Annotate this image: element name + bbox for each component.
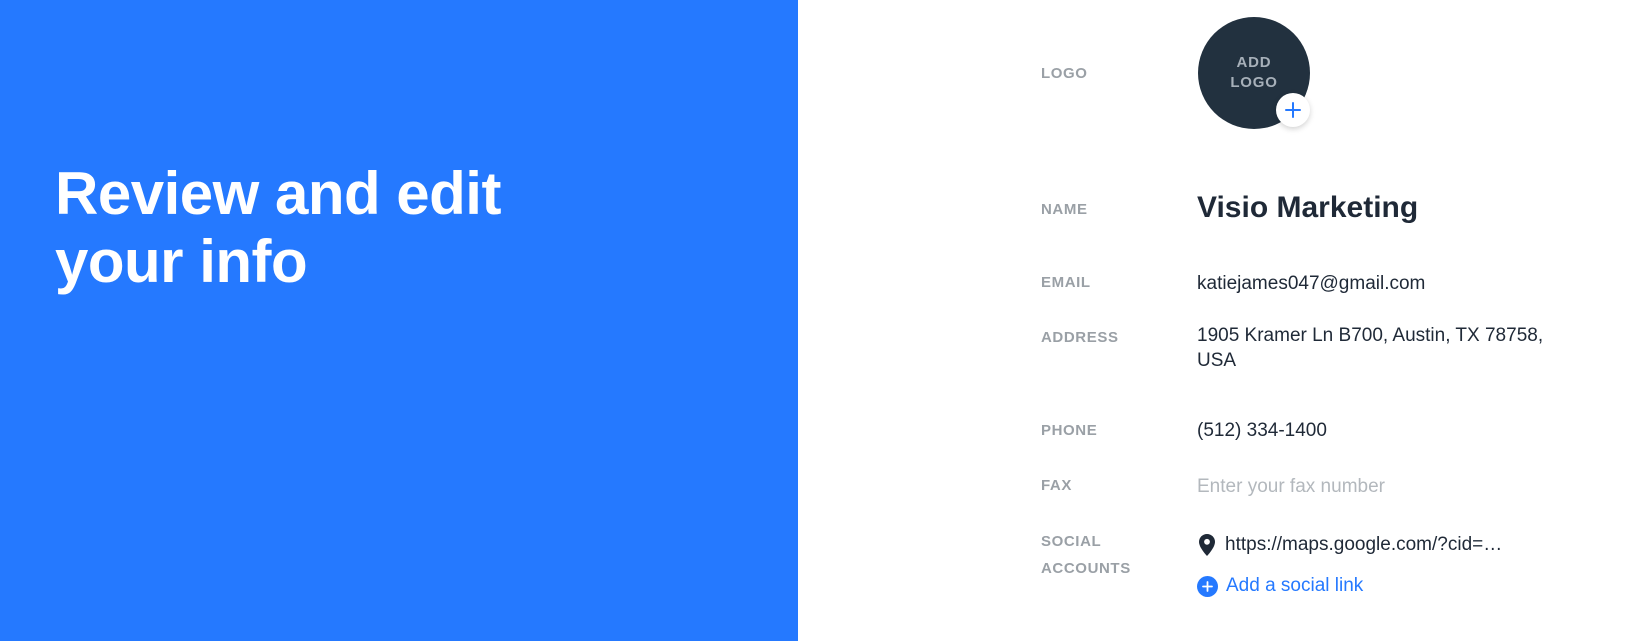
hero-title-line-2: your info bbox=[55, 228, 308, 295]
logo-uploader: ADD LOGO bbox=[1198, 17, 1310, 129]
add-logo-text: ADD LOGO bbox=[1230, 54, 1278, 91]
map-pin-icon bbox=[1197, 533, 1217, 557]
social-link-url: https://maps.google.com/?cid=… bbox=[1225, 534, 1503, 555]
phone-field[interactable]: (512) 334-1400 bbox=[1197, 418, 1327, 443]
add-logo-plus-button[interactable] bbox=[1276, 93, 1310, 127]
email-label: EMAIL bbox=[1041, 274, 1091, 291]
add-social-link-button[interactable]: Add a social link bbox=[1197, 573, 1363, 599]
add-social-link-label: Add a social link bbox=[1226, 575, 1364, 596]
plus-circle-icon bbox=[1197, 575, 1218, 597]
fax-input[interactable] bbox=[1197, 474, 1497, 500]
plus-icon bbox=[1285, 102, 1301, 118]
social-accounts-label: SOCIAL ACCOUNTS bbox=[1041, 528, 1131, 582]
hero-panel: Review and edit your info bbox=[0, 0, 798, 641]
phone-label: PHONE bbox=[1041, 422, 1098, 439]
email-field[interactable]: katiejames047@gmail.com bbox=[1197, 271, 1425, 296]
name-label: NAME bbox=[1041, 201, 1088, 218]
address-label: ADDRESS bbox=[1041, 329, 1119, 346]
social-link-item[interactable]: https://maps.google.com/?cid=… bbox=[1197, 532, 1502, 558]
address-field[interactable]: 1905 Kramer Ln B700, Austin, TX 78758, U… bbox=[1197, 323, 1582, 373]
hero-title-line-1: Review and edit bbox=[55, 160, 501, 227]
logo-label: LOGO bbox=[1041, 65, 1088, 82]
social-accounts-label-line-1: SOCIAL bbox=[1041, 533, 1102, 550]
social-accounts-label-line-2: ACCOUNTS bbox=[1041, 560, 1131, 577]
fax-label: FAX bbox=[1041, 477, 1072, 494]
page: Review and edit your info LOGO ADD LOGO … bbox=[0, 0, 1638, 641]
name-field[interactable]: Visio Marketing bbox=[1197, 190, 1418, 226]
hero-title: Review and edit your info bbox=[55, 160, 615, 296]
